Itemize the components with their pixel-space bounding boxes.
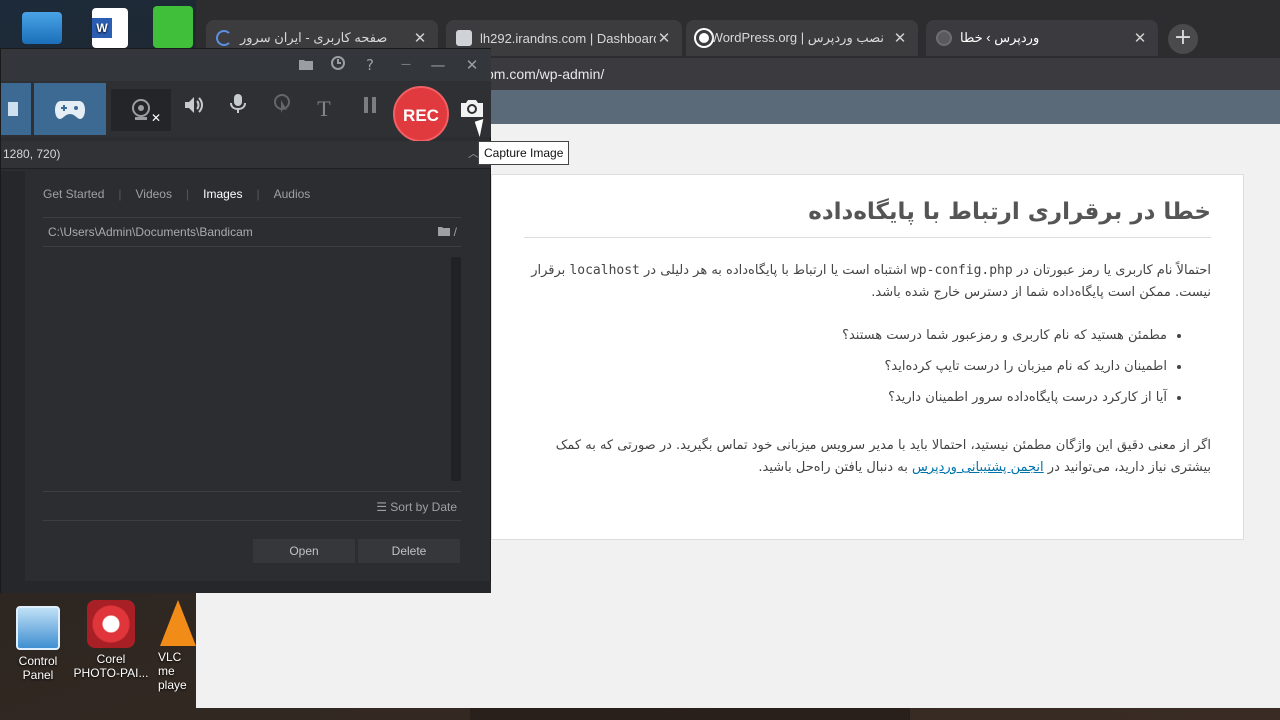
localhost-code: localhost <box>569 263 640 278</box>
tab-title: lh292.irandns.com | Dashboard <box>480 30 656 46</box>
open-folder-button[interactable]: / <box>438 218 457 246</box>
server-icon <box>456 30 472 46</box>
text: به دنبال یافتن راه‌حل باشید. <box>758 460 912 475</box>
open-button[interactable]: Open <box>253 539 355 563</box>
desktop-icon-word-document[interactable]: W <box>72 8 148 52</box>
tab-videos[interactable]: Videos <box>136 187 172 201</box>
screen-icon <box>8 102 18 116</box>
wordpress-icon <box>696 30 712 46</box>
bandicam-sidebar <box>1 171 25 581</box>
folder-icon <box>438 227 451 236</box>
tab-separator: | <box>185 187 190 201</box>
sort-control[interactable]: ☰ Sort by Date <box>43 491 461 521</box>
error-paragraph-1: احتمالاً نام کاربری یا رمز عبورتان در wp… <box>524 260 1211 304</box>
help-icon[interactable]: ? <box>359 55 381 75</box>
list-item: آیا از کارکرد درست پایگاه‌داده سرور اطمی… <box>524 382 1167 413</box>
tab-get-started[interactable]: Get Started <box>43 187 104 201</box>
tab-images[interactable]: Images <box>203 187 242 201</box>
pause-icon[interactable] <box>355 93 385 125</box>
desktop-icon-label: VLC me playe <box>158 650 187 692</box>
capture-image-button[interactable] <box>459 95 485 121</box>
folder-path-suffix: / <box>453 225 457 239</box>
text: احتمالاً نام کاربری یا رمز عبورتان در <box>1012 263 1211 278</box>
close-icon[interactable]: ✕ <box>1132 29 1148 47</box>
list-scrollbar[interactable] <box>451 257 461 481</box>
bandicam-footer <box>1 581 491 593</box>
output-folder-path[interactable]: C:\Users\Admin\Documents\Bandicam / <box>43 217 461 247</box>
close-icon[interactable]: ✕ <box>656 29 672 47</box>
minimize-button[interactable]: — <box>427 55 449 75</box>
captured-images-list[interactable] <box>43 257 461 489</box>
close-icon[interactable]: ✕ <box>892 29 908 47</box>
camera-icon <box>461 100 483 117</box>
word-document-icon: W <box>92 8 128 48</box>
folder-icon[interactable] <box>295 55 317 75</box>
cursor-effect-icon[interactable] <box>267 93 297 125</box>
list-icon: ☰ <box>376 500 387 514</box>
close-icon[interactable]: ✕ <box>461 55 483 75</box>
tab-wordpress-error[interactable]: وردپرس › خطا ✕ <box>926 20 1158 56</box>
desktop-icon-control-panel[interactable]: Control Panel <box>0 606 76 682</box>
error-title: خطا در برقراری ارتباط با پایگاه‌داده <box>524 199 1211 238</box>
webcam-off-icon: ✕ <box>151 111 162 125</box>
text-overlay-icon[interactable]: T <box>309 93 339 125</box>
corel-photo-paint-icon <box>87 600 135 648</box>
record-button[interactable]: REC <box>393 86 449 142</box>
list-item: اطمینان دارید که نام میزبان را درست تایپ… <box>524 351 1167 382</box>
error-paragraph-2: اگر از معنی دقیق این واژگان مطمئن نیستید… <box>524 435 1211 479</box>
gamepad-icon <box>55 101 85 119</box>
bandicam-title-bar[interactable]: ? — — ✕ <box>1 49 491 81</box>
desktop-icon-corel[interactable]: Corel PHOTO-PAI... <box>73 600 149 680</box>
close-icon[interactable]: ✕ <box>412 29 428 47</box>
mode-screen-button[interactable] <box>1 83 31 135</box>
bandicam-toolbar: ✕ T REC <box>1 81 491 142</box>
target-resolution-bar[interactable]: 1280, 720) ︿ <box>1 141 491 169</box>
desktop-icon-label: Control Panel <box>18 654 58 682</box>
database-error-box: خطا در برقراری ارتباط با پایگاه‌داده احت… <box>491 174 1244 540</box>
webcam-icon <box>132 99 150 120</box>
target-resolution: 1280, 720) <box>3 147 61 161</box>
desktop-icon-label: Corel PHOTO-PAI... <box>73 652 149 680</box>
tab-separator: | <box>256 187 260 201</box>
clock-icon[interactable] <box>327 55 349 75</box>
microphone-icon[interactable] <box>223 93 253 125</box>
vlc-icon <box>160 600 196 646</box>
new-tab-button[interactable]: + <box>1168 24 1198 54</box>
desktop-icon-vlc[interactable]: VLC me playe <box>150 600 196 692</box>
tab-separator: | <box>118 187 122 201</box>
loading-icon <box>216 30 232 46</box>
pin-button[interactable]: — <box>395 55 417 75</box>
capture-image-tooltip: Capture Image <box>478 141 570 165</box>
speaker-icon[interactable] <box>179 93 209 125</box>
webcam-button[interactable]: ✕ <box>111 89 171 131</box>
support-forum-link[interactable]: انجمن پشتیبانی وردپرس <box>912 460 1044 475</box>
tab-audios[interactable]: Audios <box>274 187 311 201</box>
folder-path-text: C:\Users\Admin\Documents\Bandicam <box>48 225 253 239</box>
config-filename: wp-config.php <box>910 263 1013 278</box>
desktop-icon-green-app[interactable] <box>150 6 196 52</box>
delete-button[interactable]: Delete <box>358 539 460 563</box>
mode-game-button[interactable] <box>34 83 106 135</box>
computer-icon <box>22 12 62 44</box>
bandicam-main-panel: Get Started | Videos | Images | Audios C… <box>25 171 481 581</box>
tab-title: صفحه کاربری - ایران سرور <box>240 30 388 45</box>
sort-label: Sort by Date <box>390 500 457 514</box>
list-item: مطمئن هستید که نام کاربری و رمزعبور شما … <box>524 320 1167 351</box>
bandicam-window: ? — — ✕ ✕ T REC 1280, 720) ︿ Get Started… <box>0 48 491 593</box>
tab-title: وردپرس › خطا <box>960 30 1040 45</box>
error-checklist: مطمئن هستید که نام کاربری و رمزعبور شما … <box>524 320 1211 413</box>
green-app-icon <box>153 6 193 48</box>
desktop-icon-computer[interactable] <box>4 8 80 48</box>
output-tabs: Get Started | Videos | Images | Audios <box>43 187 310 201</box>
control-panel-icon <box>16 606 60 650</box>
globe-icon <box>936 30 952 46</box>
text: اشتباه است یا ارتباط با پایگاه‌داده به ه… <box>639 263 911 278</box>
tab-title: نصب وردپرس | WordPress.org فا <box>712 30 884 45</box>
tab-wordpress-install[interactable]: نصب وردپرس | WordPress.org فا ✕ <box>686 20 918 56</box>
